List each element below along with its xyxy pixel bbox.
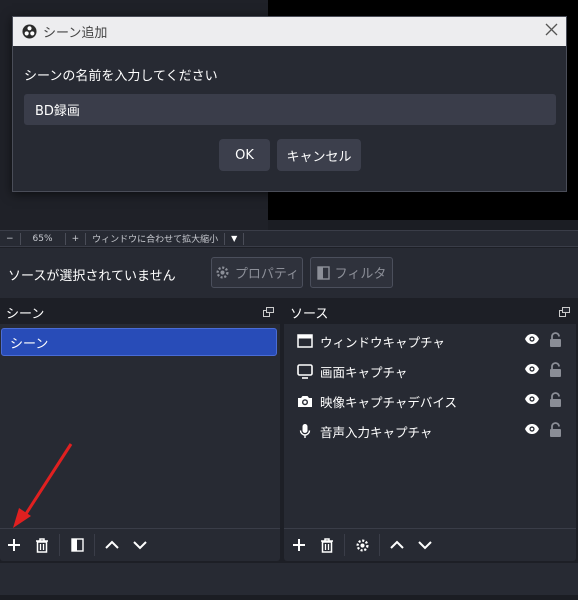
sources-dock-header: ソース [284,300,576,324]
filter-icon [316,265,330,280]
microphone-icon [296,422,314,440]
source-item-video-capture-device[interactable]: 映像キャプチャデバイス [284,386,576,416]
ok-button[interactable]: OK [219,139,270,171]
visibility-eye-icon[interactable] [524,333,540,349]
gear-icon [356,539,368,551]
move-scene-up-button[interactable] [99,532,125,558]
fit-to-window-label[interactable]: ウィンドウに合わせて拡大縮小 [86,232,224,245]
filters-button[interactable]: フィルタ [310,257,393,288]
move-source-up-button[interactable] [384,532,410,558]
camera-icon [296,392,314,410]
dialog-title: シーン追加 [43,26,108,41]
source-item-label: 映像キャプチャデバイス [320,394,458,410]
lock-icon[interactable] [549,392,562,412]
add-source-button[interactable] [286,532,312,558]
status-bar [0,595,578,600]
chevron-down-icon [418,541,432,550]
dialog-titlebar: シーン追加 [13,17,566,46]
source-item-label: ウィンドウキャプチャ [320,334,445,350]
plus-icon [8,539,20,551]
scene-item-label: シーン [10,336,49,352]
monitor-icon [296,362,314,380]
undock-icon[interactable] [263,307,274,317]
properties-button[interactable]: プロパティ [211,257,303,288]
divider [243,232,245,245]
cancel-button[interactable]: キャンセル [277,139,361,171]
chevron-up-icon [390,540,404,549]
visibility-eye-icon[interactable] [524,423,540,439]
remove-source-button[interactable] [314,532,340,558]
plus-icon [293,539,305,551]
move-source-down-button[interactable] [412,532,438,558]
chevron-down-icon [133,541,147,550]
source-item-display-capture[interactable]: 画面キャプチャ [284,356,576,386]
lock-icon[interactable] [549,362,562,382]
filters-label: フィルタ [334,267,387,282]
filter-icon [70,538,84,552]
sources-dock: ソース ウィンドウキャプチャ 画面キャプチャ 映像キャプチャデバイス 音声入力キ… [284,300,576,561]
lock-icon[interactable] [549,422,562,442]
annotation-arrow-icon [13,443,73,528]
zoom-out-button[interactable]: − [0,234,20,244]
sources-toolbar [284,528,576,561]
zoom-in-button[interactable]: + [66,234,86,244]
visibility-eye-icon[interactable] [524,363,540,379]
source-item-window-capture[interactable]: ウィンドウキャプチャ [284,326,576,356]
scenes-dock-title: シーン [6,306,45,322]
obs-logo-icon [22,24,37,39]
properties-label: プロパティ [234,267,300,282]
zoom-level: 65% [32,233,53,244]
window-icon [296,332,314,350]
divider [94,534,95,556]
source-item-audio-input-capture[interactable]: 音声入力キャプチャ [284,416,576,446]
visibility-eye-icon[interactable] [524,393,540,409]
no-source-selected-label: ソースが選択されていません [8,269,176,284]
add-scene-dialog: シーン追加 シーンの名前を入力してください OK キャンセル [12,16,567,192]
scene-list-item[interactable]: シーン [1,328,277,356]
zoom-bar: − 65% + ウィンドウに合わせて拡大縮小 ▼ [0,230,578,247]
sources-dock-title: ソース [290,306,329,322]
scene-name-prompt: シーンの名前を入力してください [24,69,218,84]
undock-icon[interactable] [559,307,570,317]
divider [344,534,345,556]
source-properties-button[interactable] [349,532,375,558]
scenes-dock-header: シーン [0,300,280,324]
source-item-label: 音声入力キャプチャ [320,424,433,440]
close-icon[interactable] [545,23,558,36]
source-item-label: 画面キャプチャ [320,364,408,380]
sources-list: ウィンドウキャプチャ 画面キャプチャ 映像キャプチャデバイス 音声入力キャプチャ [284,324,576,446]
preview-margin [268,220,578,230]
move-scene-down-button[interactable] [127,532,153,558]
lock-icon[interactable] [549,332,562,352]
chevron-up-icon [105,540,119,549]
zoom-dropdown-icon[interactable]: ▼ [225,234,243,243]
divider [379,534,380,556]
scene-name-input[interactable] [24,94,556,125]
gear-icon [216,266,229,279]
trash-icon [321,537,333,553]
